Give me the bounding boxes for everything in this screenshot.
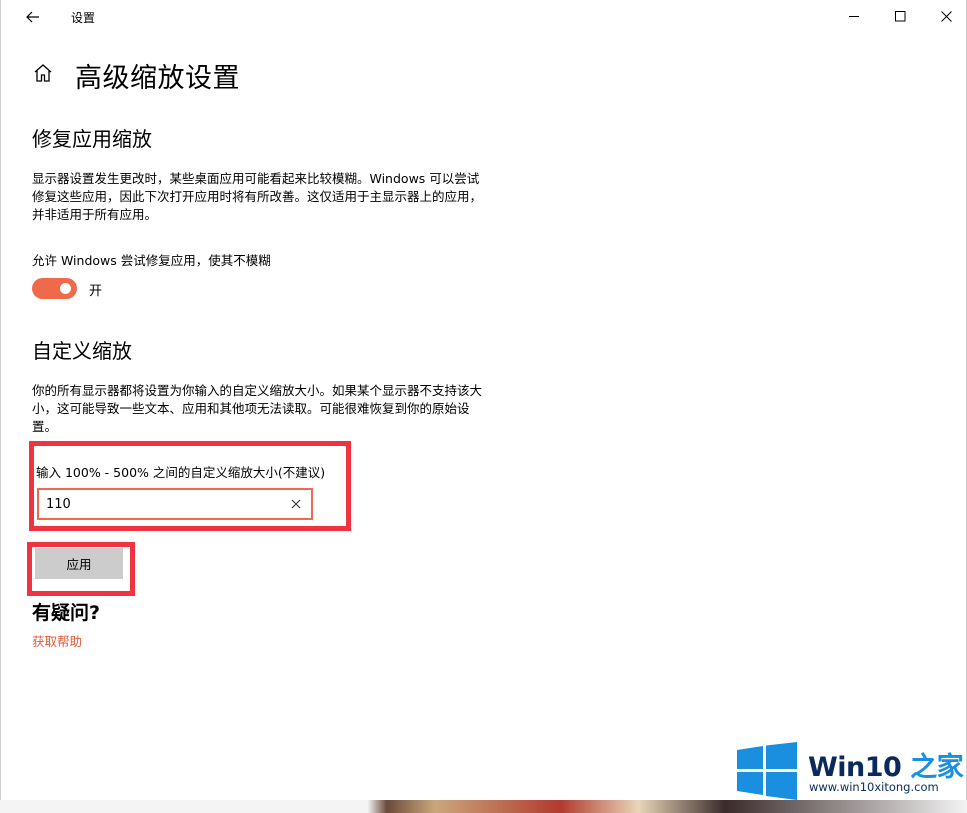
watermark-brand-accent: 之家 [901,752,964,783]
help-heading: 有疑问? [32,602,101,624]
windows-logo-icon [737,742,797,800]
watermark-url: www.win10xitong.com [809,780,939,794]
fix-apps-description: 显示器设置发生更改时，某些桌面应用可能看起来比较模糊。Windows 可以尝试修… [32,171,483,222]
maximize-button[interactable] [877,0,923,32]
fix-apps-toggle-label: 允许 Windows 尝试修复应用，使其不模糊 [32,253,271,268]
custom-scaling-heading: 自定义缩放 [32,339,132,363]
toggle-knob [60,283,71,294]
get-help-link[interactable]: 获取帮助 [32,631,82,650]
page-title: 高级缩放设置 [75,63,240,94]
fix-apps-heading: 修复应用缩放 [32,127,152,151]
maximize-icon [894,10,905,21]
scale-input-label: 输入 100% - 500% 之间的自定义缩放大小(不建议) [36,465,326,480]
desktop-background [0,800,967,813]
watermark-brand-main: Win10 [808,752,902,783]
site-watermark: Win10 之家 www.win10xitong.com [735,740,965,800]
app-title: 设置 [71,11,96,25]
back-arrow-icon [26,11,39,23]
apply-button[interactable]: 应用 [35,548,123,579]
close-button[interactable] [923,0,967,32]
scale-input-box[interactable] [37,488,313,520]
minimize-button[interactable] [831,0,877,32]
home-button[interactable] [32,62,54,84]
minimize-icon [848,15,859,17]
fix-apps-toggle[interactable] [32,278,77,299]
watermark-brand: Win10 之家 [808,745,964,784]
back-button[interactable] [15,3,51,31]
title-bar: 设置 [1,0,966,34]
close-icon [940,10,952,22]
clear-icon[interactable] [289,497,303,511]
custom-scaling-description: 你的所有显示器都将设置为你输入的自定义缩放大小。如果某个显示器不支持该大小，这可… [32,383,483,434]
toggle-state-text: 开 [89,284,103,299]
home-icon [34,64,52,82]
scale-input[interactable] [39,496,269,512]
settings-window: 设置 高级缩放设置 修复应用缩放 显示器设置发生更改时，某些桌面应用可能看起来比… [0,0,967,800]
